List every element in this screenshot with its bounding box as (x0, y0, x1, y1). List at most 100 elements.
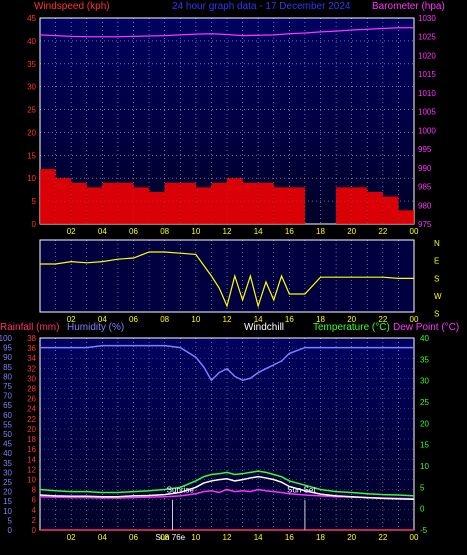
temperature-tick-label: 35 (420, 355, 429, 364)
windspeed-bar (289, 187, 305, 224)
temperature-tick-label: 10 (420, 462, 429, 471)
rainfall-tick-label: 18 (27, 435, 36, 444)
windspeed-bar (382, 196, 399, 224)
temperature-axis-label: Temperature (°C) (313, 322, 390, 333)
barometer-tick-label: 1020 (418, 51, 436, 60)
humidity-tick-label: 90 (3, 353, 12, 362)
x-tick-label: 22 (378, 227, 387, 236)
barometer-tick-label: 1030 (418, 14, 436, 23)
x-tick-label: 14 (254, 533, 263, 542)
humidity-tick-label: 60 (3, 411, 12, 420)
barometer-tick-label: 1025 (418, 33, 436, 42)
x-tick-label: 12 (223, 315, 232, 324)
rainfall-tick-label: 38 (27, 334, 36, 343)
humidity-tick-label: 20 (3, 488, 12, 497)
windspeed-tick-label: 45 (27, 14, 36, 23)
x-tick-label: 08 (160, 533, 169, 542)
rainfall-tick-label: 16 (27, 445, 36, 454)
direction-label: E (434, 257, 439, 266)
rainfall-tick-label: 4 (32, 506, 37, 515)
temperature-tick-label: 25 (420, 398, 429, 407)
x-tick-label: 06 (129, 227, 138, 236)
humidity-tick-label: 45 (3, 440, 12, 449)
windspeed-bar (55, 178, 72, 224)
humidity-tick-label: 30 (3, 468, 12, 477)
x-tick-label: 20 (347, 227, 356, 236)
humidity-axis-label: Humidity (%) (67, 322, 124, 333)
rainfall-tick-label: 6 (32, 496, 37, 505)
humidity-tick-label: 10 (3, 507, 12, 516)
windspeed-bar (40, 169, 56, 224)
windspeed-bar (258, 182, 274, 224)
barometer-tick-label: 1015 (418, 70, 436, 79)
windchill-axis-label: Windchill (244, 322, 284, 333)
rainfall-tick-label: 34 (27, 354, 36, 363)
humidity-tick-label: 25 (3, 478, 12, 487)
barometer-tick-label: 1005 (418, 108, 436, 117)
windspeed-bar (398, 210, 414, 224)
rainfall-tick-label: 36 (27, 344, 36, 353)
barometer-tick-label: 1000 (418, 126, 436, 135)
temperature-tick-label: 0 (420, 505, 425, 514)
windspeed-bar (336, 187, 352, 224)
x-tick-label: 16 (285, 533, 294, 542)
windspeed-axis-label: Windspeed (kph) (34, 1, 110, 12)
x-tick-label: 10 (191, 533, 200, 542)
humidity-tick-label: 65 (3, 401, 12, 410)
x-tick-label: 22 (378, 533, 387, 542)
humidity-tick-label: 100 (0, 334, 13, 343)
windspeed-bar (273, 187, 290, 224)
windspeed-bar (71, 182, 87, 224)
windspeed-tick-label: 30 (27, 83, 36, 92)
barometer-tick-label: 990 (418, 164, 432, 173)
barometer-tick-label: 980 (418, 201, 432, 210)
direction-label: S (434, 274, 439, 283)
direction-label: S (434, 310, 439, 319)
x-tick-label: 06 (129, 533, 138, 542)
temperature-tick-label: 15 (420, 441, 429, 450)
windspeed-bar (242, 182, 259, 224)
humidity-tick-label: 0 (8, 526, 13, 535)
windspeed-tick-label: 10 (27, 174, 36, 183)
x-tick-label: 16 (285, 227, 294, 236)
temperature-tick-label: 30 (420, 377, 429, 386)
x-tick-label: 16 (285, 315, 294, 324)
barometer-tick-label: 1010 (418, 89, 436, 98)
x-tick-label: 10 (191, 315, 200, 324)
chart-date-title: 24 hour graph data - 17 December 2024 (172, 1, 351, 12)
windspeed-bar (211, 182, 227, 224)
barometer-tick-label: 985 (418, 183, 432, 192)
direction-label: N (434, 239, 440, 248)
sunset-annotation: Sun Set (287, 485, 316, 494)
x-tick-label: 00 (410, 533, 419, 542)
rainfall-tick-label: 0 (32, 526, 37, 535)
humidity-tick-label: 70 (3, 392, 12, 401)
rainfall-tick-label: 10 (27, 475, 36, 484)
rainfall-tick-label: 20 (27, 425, 36, 434)
x-tick-label: 04 (98, 533, 107, 542)
windspeed-bar (117, 182, 134, 224)
humidity-tick-label: 85 (3, 363, 12, 372)
barometer-axis-label: Barometer (hpa) (372, 1, 445, 12)
x-tick-label: 08 (160, 227, 169, 236)
windspeed-tick-label: 20 (27, 128, 36, 137)
windspeed-tick-label: 0 (32, 220, 37, 229)
weather-graphs: Windspeed (kph) 24 hour graph data - 17 … (0, 1, 459, 542)
rainfall-tick-label: 30 (27, 374, 36, 383)
direction-label: W (434, 292, 442, 301)
windspeed-bar (180, 182, 196, 224)
x-tick-label: 10 (191, 227, 200, 236)
windspeed-bar (367, 191, 383, 224)
x-tick-label: 04 (98, 227, 107, 236)
x-tick-label: 18 (316, 533, 325, 542)
rainfall-axis-label: Rainfall (mm) (0, 322, 59, 333)
windspeed-tick-label: 35 (27, 60, 36, 69)
windspeed-bar (149, 191, 165, 224)
rainfall-tick-label: 26 (27, 395, 36, 404)
windspeed-bar (195, 187, 212, 224)
rainfall-tick-label: 24 (27, 405, 36, 414)
humidity-tick-label: 40 (3, 449, 12, 458)
humidity-tick-label: 50 (3, 430, 12, 439)
windspeed-tick-label: 15 (27, 151, 36, 160)
temperature-tick-label: 20 (420, 419, 429, 428)
